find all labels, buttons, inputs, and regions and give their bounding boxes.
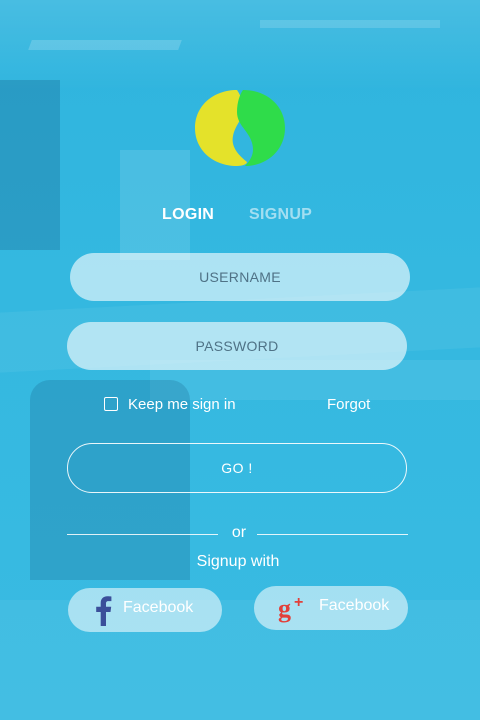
google-plus-button[interactable]: g + Facebook	[254, 586, 408, 630]
background-board	[120, 150, 190, 260]
divider-line-left	[67, 534, 218, 535]
svg-text:+: +	[294, 594, 303, 611]
forgot-password-link[interactable]: Forgot	[327, 396, 370, 413]
facebook-button-label: Facebook	[123, 599, 194, 616]
tab-login[interactable]: LOGIN	[162, 206, 214, 224]
background-light	[28, 40, 182, 50]
auth-tabs: LOGIN SIGNUP	[0, 206, 480, 232]
svg-text:g: g	[278, 594, 291, 623]
background-light	[260, 20, 440, 28]
divider-line-right	[257, 534, 408, 535]
logo-icon	[195, 90, 285, 166]
signup-with-label: Signup with	[196, 553, 280, 570]
google-plus-button-label: Facebook	[319, 597, 390, 614]
login-screen: LOGIN SIGNUP Keep me sign in Forgot GO !…	[0, 0, 480, 720]
facebook-icon	[96, 596, 112, 626]
google-plus-icon: g +	[278, 594, 303, 623]
tab-signup[interactable]: SIGNUP	[249, 206, 312, 224]
facebook-button[interactable]: Facebook	[68, 588, 222, 632]
remember-me-label[interactable]: Keep me sign in	[128, 396, 236, 413]
username-input[interactable]	[70, 253, 410, 301]
password-input[interactable]	[67, 322, 407, 370]
app-logo	[193, 88, 287, 168]
remember-me-checkbox[interactable]	[104, 397, 118, 411]
go-button[interactable]: GO !	[67, 443, 407, 493]
or-text: or	[231, 524, 247, 541]
